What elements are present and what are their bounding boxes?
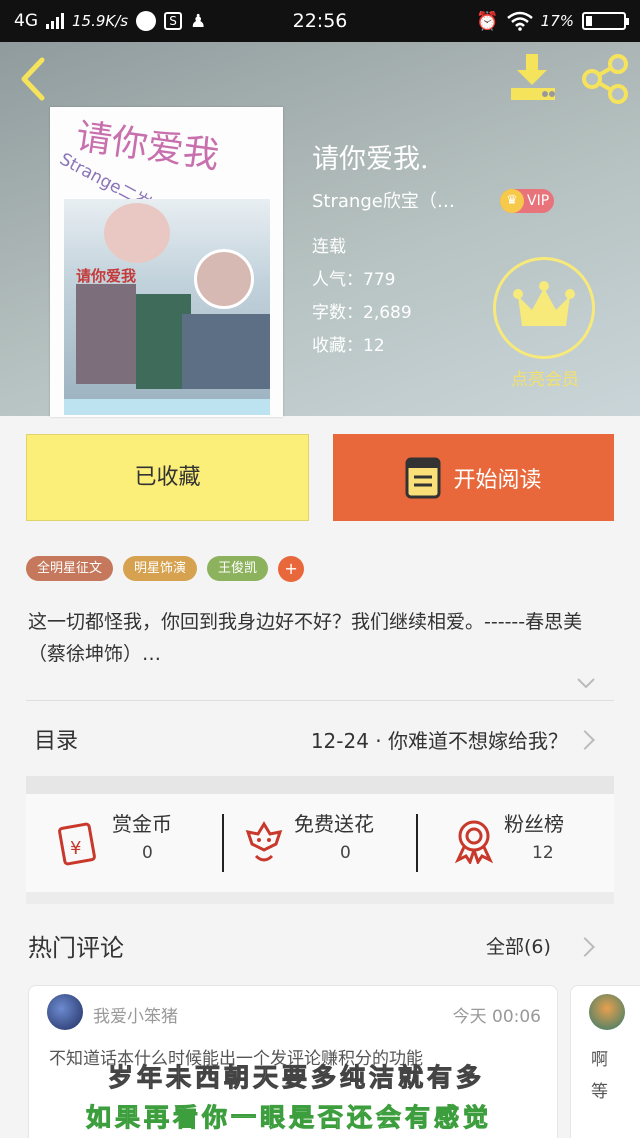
crown-icon: ♛ (500, 189, 524, 213)
stat-label: 免费送花 (294, 812, 374, 836)
start-reading-button[interactable]: 开始阅读 (333, 434, 614, 521)
member-label[interactable]: 点亮会员 (500, 365, 590, 390)
tag-chip[interactable]: 全明星征文 (26, 556, 114, 581)
tag-chip[interactable]: 明星饰演 (123, 556, 198, 581)
vip-badge: ♛ VIP (500, 189, 554, 213)
comment-card[interactable]: 啊等 (570, 985, 640, 1138)
status-bar: 4G 15.9K/s S ♟ 22:56 ⏰ 17% (0, 0, 640, 42)
tag-chip[interactable]: 王俊凯 (207, 556, 269, 581)
comment-username[interactable]: 我爱小笨猪 (93, 1002, 178, 1027)
wifi-icon (506, 11, 533, 31)
back-arrow-icon (21, 57, 45, 101)
alarm-icon: ⏰ (476, 10, 499, 32)
stat-divider (416, 814, 418, 872)
stat-label: 粉丝榜 (504, 812, 564, 836)
toc-label: 目录 (34, 729, 79, 754)
book-header: 请你爱我 Strange二岁〇看 请你爱我 请你爱我. Strange欣宝（… … (0, 42, 640, 417)
share-icon (582, 54, 628, 104)
red-envelope-icon: ¥ (58, 822, 96, 866)
section-separator (26, 892, 614, 904)
popularity: 人气：779 (312, 270, 396, 290)
signal-icon (46, 13, 64, 29)
chevron-right-icon[interactable] (575, 937, 595, 957)
s-app-icon: S (164, 12, 183, 30)
stat-divider (222, 814, 224, 872)
lyric-overlay-line: 岁年未西朝天要多纯洁就有多 (107, 1063, 486, 1093)
svg-text:¥: ¥ (70, 838, 81, 859)
status-right: ⏰ 17% (476, 10, 629, 32)
medal-icon (454, 820, 494, 864)
table-of-contents-row[interactable]: 目录 12-24 · 你难道不想嫁给我？ (26, 701, 614, 775)
author-name[interactable]: Strange欣宝（… (312, 187, 455, 213)
cover-heart-label: 请你爱我 (76, 267, 137, 285)
expand-description-button[interactable] (575, 672, 597, 694)
hot-comments-title: 热门评论 (28, 934, 124, 962)
share-button[interactable] (580, 54, 630, 104)
avatar[interactable] (589, 994, 625, 1030)
app-notification-icon (136, 11, 157, 31)
all-comments-link[interactable]: 全部(6) (486, 932, 551, 959)
book-cover[interactable]: 请你爱我 Strange二岁〇看 请你爱我 (50, 107, 283, 417)
battery-percent: 17% (540, 12, 574, 30)
stat-label: 赏金币 (112, 812, 172, 836)
network-speed: 15.9K/s (72, 12, 129, 30)
book-title: 请你爱我. (312, 144, 429, 175)
favorited-button[interactable]: 已收藏 (26, 434, 309, 521)
support-stats: ¥ 赏金币 0 免费送花 0 粉丝榜 12 (26, 794, 614, 892)
section-separator (26, 776, 614, 794)
cover-footer-bar (64, 399, 270, 415)
comment-text: 啊等 (591, 1050, 608, 1102)
download-icon (511, 54, 555, 100)
flower-icon (245, 821, 283, 862)
crown-icon (513, 281, 575, 326)
battery-icon (582, 12, 629, 30)
cover-artwork (64, 199, 270, 399)
comment-time: 今天 00:06 (452, 1007, 541, 1027)
latest-chapter: 12-24 · 你难道不想嫁给我？ (310, 729, 568, 753)
book-icon (405, 457, 441, 498)
avatar[interactable] (47, 994, 83, 1030)
lyric-overlay-line: 如果再看你一眼是否还会有感觉 (85, 1103, 493, 1133)
qq-icon: ♟ (190, 10, 207, 32)
member-button[interactable] (493, 257, 595, 359)
stat-value: 12 (532, 843, 554, 863)
chevron-down-icon (577, 678, 595, 689)
vip-label: VIP (527, 193, 550, 209)
add-tag-button[interactable]: + (278, 556, 305, 582)
book-description[interactable]: 这一切都怪我，你回到我身边好不好？我们继续相爱。------春思美（蔡徐坤饰）… (28, 606, 612, 670)
chevron-right-icon (575, 730, 595, 750)
favorites-count: 收藏：12 (312, 336, 385, 356)
network-type: 4G (14, 11, 38, 31)
back-button[interactable] (14, 56, 54, 102)
status-left: 4G 15.9K/s S ♟ (14, 11, 206, 32)
stat-value: 0 (340, 843, 351, 863)
stat-value: 0 (142, 843, 153, 863)
download-button[interactable] (505, 52, 561, 102)
word-count: 字数：2,689 (312, 303, 412, 323)
serial-status: 连载 (312, 237, 346, 257)
tag-list: 全明星征文 明星饰演 王俊凯 + (26, 556, 305, 582)
start-reading-label: 开始阅读 (453, 467, 542, 493)
